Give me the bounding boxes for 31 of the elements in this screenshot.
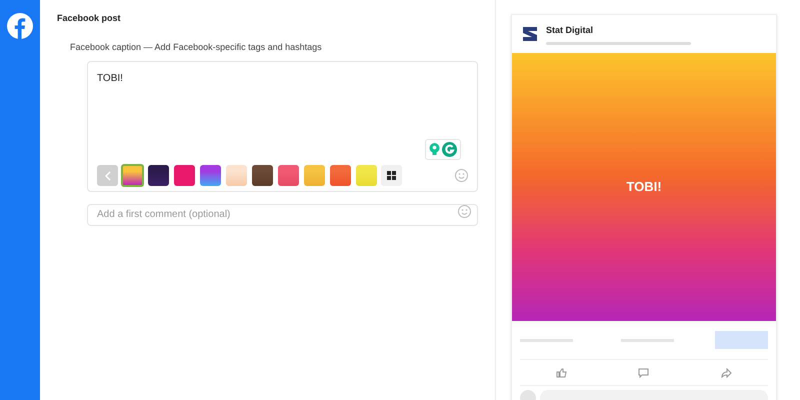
background-swatch[interactable] [278,165,299,186]
background-swatch[interactable] [148,165,169,186]
chevron-left-icon [104,170,110,180]
page-name: Stat Digital [546,24,594,37]
background-swatch[interactable] [121,164,144,187]
background-swatch[interactable] [304,165,325,186]
background-swatch[interactable] [252,165,273,186]
grammarly-widget[interactable] [425,139,461,160]
background-swatch[interactable] [200,165,221,186]
grammarly-icon [442,142,457,157]
thumbs-up-icon [556,368,567,378]
caption-text[interactable]: TOBI! [97,71,468,86]
more-backgrounds-button[interactable] [381,165,402,186]
facebook-logo-icon [7,13,33,39]
page-logo-icon [522,26,538,42]
bulb-icon [429,143,440,156]
background-swatch[interactable] [330,165,351,186]
background-swatch[interactable] [356,165,377,186]
post-text: TOBI! [626,178,662,196]
grid-icon [387,171,396,180]
caption-label: Facebook caption — Add Facebook-specific tags and hashtags [70,40,323,54]
emoji-icon[interactable] [455,169,468,182]
emoji-icon[interactable] [458,205,471,218]
back-button[interactable] [97,165,118,186]
section-title: Facebook post [57,12,122,25]
background-swatch[interactable] [174,165,195,186]
background-swatch[interactable] [226,165,247,186]
comment-field[interactable]: Add a first comment (optional) [87,204,478,226]
share-icon [721,368,732,378]
caption-editor[interactable]: TOBI! [87,61,478,192]
comment-icon [638,368,650,378]
